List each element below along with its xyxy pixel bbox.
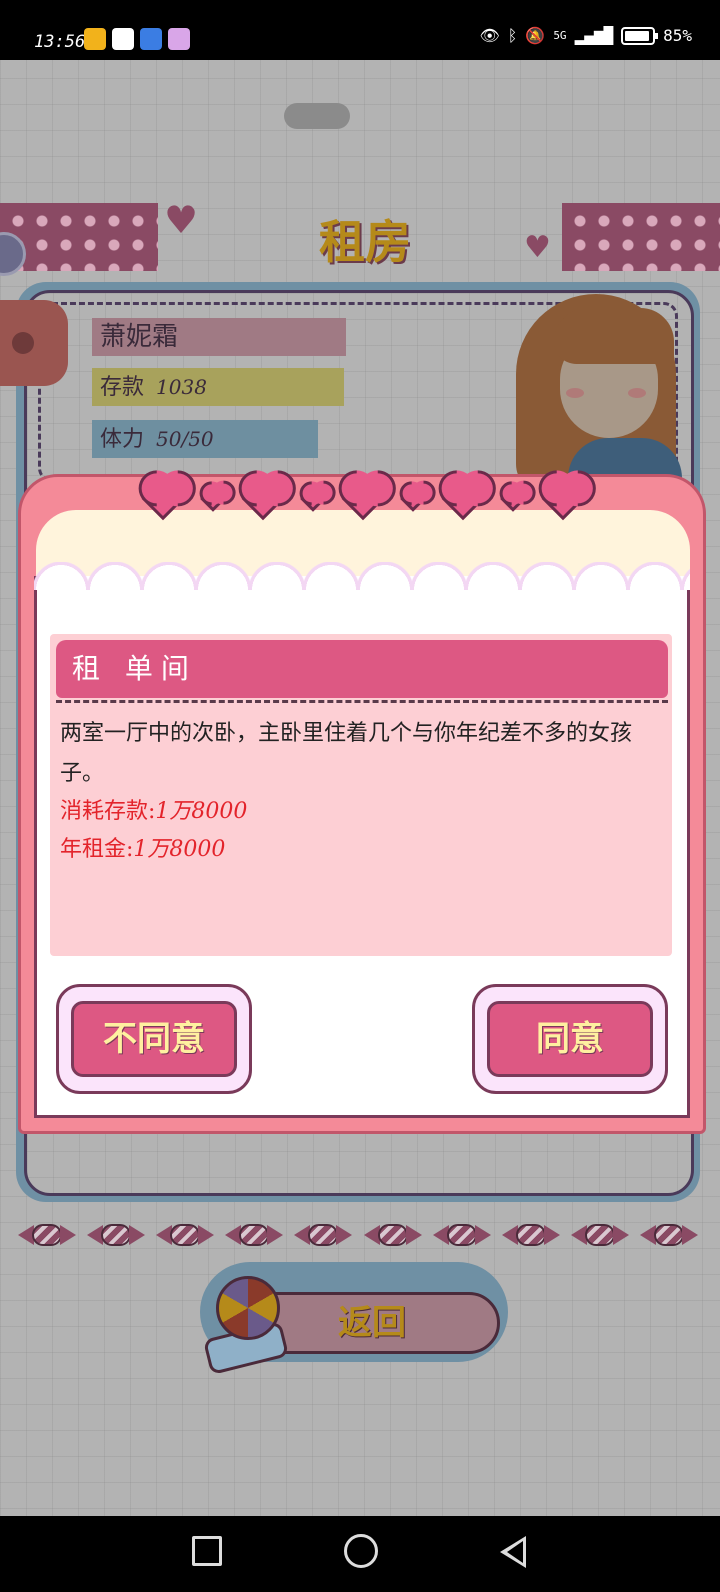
recents-icon[interactable] — [192, 1536, 222, 1566]
back-icon[interactable] — [500, 1536, 526, 1568]
battery-icon — [621, 26, 659, 45]
cost-value: 1万8000 — [155, 799, 248, 824]
weibo-icon — [84, 28, 106, 50]
app-icon — [168, 28, 190, 50]
ribbon-right — [562, 203, 720, 271]
candy-icon — [87, 1220, 146, 1250]
savings-row: 存款 1038 — [92, 368, 344, 406]
heart-icon — [441, 477, 485, 521]
heart-icon — [241, 477, 285, 521]
candy-icon — [294, 1220, 353, 1250]
network-label: 5G — [553, 29, 567, 42]
heart-icon — [341, 477, 385, 521]
cost-row: 消耗存款:1万8000 — [60, 794, 247, 830]
heading-divider — [56, 700, 668, 703]
portrait-cheek — [566, 388, 584, 398]
portrait-bangs — [554, 308, 674, 364]
mute-icon: 🔕 — [525, 26, 546, 45]
savings-label: 存款 — [100, 375, 145, 400]
page-title: 租房 — [319, 215, 411, 269]
portrait-cheek — [628, 388, 646, 398]
candy-icon — [363, 1220, 422, 1250]
candy-icon — [570, 1220, 629, 1250]
side-tab[interactable] — [0, 300, 68, 386]
dialog-scallop-edge — [34, 562, 690, 590]
heart-icon — [400, 486, 426, 512]
player-name: 萧妮霜 — [92, 318, 346, 356]
rent-label: 年租金: — [60, 837, 134, 862]
heart-icon: ♥ — [164, 198, 199, 242]
candy-divider — [18, 1220, 698, 1250]
candy-icon — [225, 1220, 284, 1250]
disagree-button[interactable]: 不同意 — [56, 984, 252, 1094]
stamina-label: 体力 — [100, 427, 145, 452]
candy-icon — [432, 1220, 491, 1250]
rent-row: 年租金:1万8000 — [60, 832, 225, 868]
candy-icon — [639, 1220, 698, 1250]
candy-icon — [18, 1220, 76, 1250]
lollipop-icon — [216, 1276, 280, 1340]
room-description: 两室一厅中的次卧，主卧里住着几个与你年纪差不多的女孩子。 — [60, 721, 633, 786]
cost-label: 消耗存款: — [60, 799, 156, 824]
room-heading: 租 单间 — [56, 640, 668, 698]
agree-button-label: 同意 — [487, 1001, 653, 1077]
heart-icon: ♥ — [524, 230, 551, 265]
heart-icon — [200, 486, 226, 512]
agree-button[interactable]: 同意 — [472, 984, 668, 1094]
app-icon — [140, 28, 162, 50]
upload-icon — [112, 28, 134, 50]
eye-icon: 👁 — [479, 26, 500, 45]
signal-icon: ▂▄▆█ — [574, 26, 614, 45]
stamina-row: 体力 50/50 — [92, 420, 318, 458]
top-pill — [284, 103, 350, 129]
disagree-button-label: 不同意 — [71, 1001, 237, 1077]
heart-icon — [500, 486, 526, 512]
navigation-bar — [0, 1516, 720, 1592]
status-icons: 👁 ᛒ 🔕 5G ▂▄▆█ 85% — [479, 26, 692, 45]
candy-icon — [501, 1220, 560, 1250]
character-portrait — [498, 288, 682, 478]
stamina-value: 50/50 — [156, 427, 214, 451]
heart-icon — [541, 477, 585, 521]
dialog-hearts — [136, 477, 590, 521]
battery-percent: 85% — [663, 26, 692, 45]
home-icon[interactable] — [344, 1534, 378, 1568]
heart-icon — [300, 486, 326, 512]
candy-icon — [156, 1220, 215, 1250]
bluetooth-icon: ᛒ — [507, 26, 518, 45]
status-bar: 13:56 👁 ᛒ 🔕 5G ▂▄▆█ 85% — [0, 0, 720, 60]
heart-icon — [141, 477, 185, 521]
status-time: 13:56 — [34, 32, 86, 52]
rent-value: 1万8000 — [133, 837, 226, 862]
savings-value: 1038 — [156, 375, 207, 399]
